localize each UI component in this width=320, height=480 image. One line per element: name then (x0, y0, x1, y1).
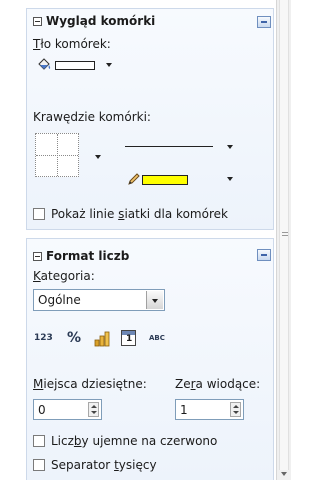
category-select[interactable]: Ogólne (33, 289, 165, 311)
line-color-dropdown[interactable] (119, 169, 237, 189)
number-format-icon: 123 (34, 333, 53, 343)
negative-red-checkbox[interactable] (33, 435, 45, 447)
spinner-arrows-icon[interactable] (230, 402, 241, 417)
scrollbar-thumb[interactable] (279, 0, 289, 470)
leading-zeros-spinner[interactable]: 1 (175, 399, 244, 420)
spinner-arrows-icon[interactable] (88, 402, 99, 417)
cell-appearance-header[interactable]: Wygląd komórki (33, 14, 155, 28)
vertical-scrollbar[interactable] (276, 0, 291, 480)
show-gridlines-checkbox[interactable] (33, 208, 45, 220)
leading-zeros-label: Zera wiodące: (175, 377, 261, 391)
category-label: Kategoria: (33, 269, 95, 283)
paint-bucket-icon (38, 58, 51, 70)
decimal-places-value: 0 (38, 403, 46, 417)
line-color-swatch (142, 175, 188, 185)
background-color-dropdown[interactable] (32, 54, 116, 74)
number-format-section: Format liczb Kategoria: Ogólne 123 % 1 A… (26, 238, 274, 480)
currency-format-icon (94, 331, 110, 347)
thousands-separator-checkbox[interactable] (33, 459, 45, 471)
sidebar-panel: Wygląd komórki Tło komórek: Krawędzie ko… (0, 0, 274, 480)
currency-format-button[interactable] (91, 329, 113, 349)
number-format-header[interactable]: Format liczb (33, 249, 129, 263)
collapse-icon[interactable] (33, 252, 42, 261)
cell-appearance-title: Wygląd komórki (46, 14, 156, 28)
grip-icon (282, 232, 288, 233)
percent-format-button[interactable]: % (65, 329, 83, 349)
cell-borders-label: Krawędzie komórki: (33, 110, 151, 124)
cell-appearance-section: Wygląd komórki Tło komórek: Krawędzie ko… (26, 8, 274, 230)
date-format-button[interactable]: 1 (119, 328, 139, 350)
thousands-separator-option[interactable]: Separator tysięcy (33, 458, 263, 474)
chevron-down-icon (227, 177, 233, 181)
background-color-swatch (55, 61, 95, 70)
number-format-title: Format liczb (46, 249, 130, 263)
section-menu-button[interactable] (257, 16, 271, 28)
show-gridlines-option[interactable]: Pokaż linie siatki dla komórek (33, 207, 273, 223)
number-format-button[interactable]: 123 (33, 329, 53, 349)
decimal-places-spinner[interactable]: 0 (33, 399, 102, 420)
negative-red-option[interactable]: Liczby ujemne na czerwono (33, 434, 263, 450)
collapse-icon[interactable] (33, 17, 42, 26)
category-select-value: Ogólne (38, 293, 81, 307)
line-style-preview (125, 146, 213, 147)
scroll-down-icon[interactable] (281, 472, 287, 476)
text-format-icon: ABC (149, 334, 165, 342)
chevron-down-icon (95, 155, 101, 159)
date-format-icon: 1 (121, 330, 136, 346)
section-menu-button[interactable] (257, 249, 271, 261)
show-gridlines-label: Pokaż linie siatki dla komórek (51, 207, 228, 221)
leading-zeros-value: 1 (180, 403, 188, 417)
negative-red-label: Liczby ujemne na czerwono (51, 434, 218, 448)
chevron-down-icon (106, 63, 112, 67)
line-style-dropdown[interactable] (119, 137, 237, 157)
border-style-dropdown[interactable] (31, 129, 111, 181)
pencil-icon (128, 173, 140, 185)
decimal-places-label: Miejsca dziesiętne: (33, 377, 147, 391)
category-select-button[interactable] (146, 291, 163, 309)
thousands-separator-label: Separator tysięcy (51, 458, 157, 472)
chevron-down-icon (152, 299, 158, 303)
cell-background-label: Tło komórek: (33, 37, 111, 51)
text-format-button[interactable]: ABC (147, 329, 171, 349)
chevron-down-icon (227, 145, 233, 149)
border-grid-preview (35, 133, 79, 177)
percent-format-icon: % (67, 330, 82, 346)
